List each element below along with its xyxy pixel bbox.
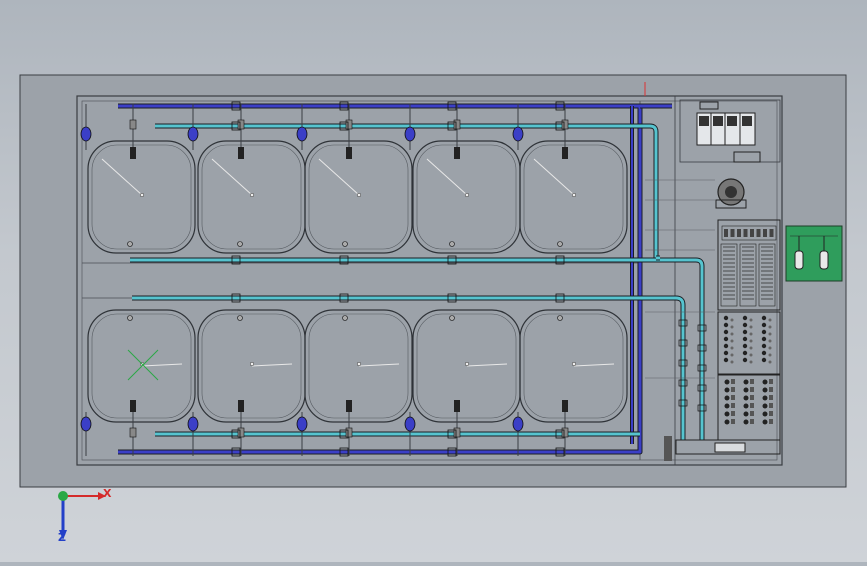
valve-lower-2 xyxy=(187,416,199,432)
valve-upper-2 xyxy=(187,126,199,142)
valve-lower-8 xyxy=(512,416,524,432)
cad-viewport[interactable]: X Z xyxy=(0,0,867,562)
x-axis-label: X xyxy=(103,487,112,500)
z-axis-label: Z xyxy=(58,531,66,544)
valve-lower-0 xyxy=(80,416,92,432)
cad-drawing[interactable] xyxy=(0,0,867,562)
valve-lower-4 xyxy=(296,416,308,432)
valve-upper-8 xyxy=(512,126,524,142)
valve-lower-6 xyxy=(404,416,416,432)
valve-upper-0 xyxy=(80,126,92,142)
valve-upper-4 xyxy=(296,126,308,142)
valve-upper-6 xyxy=(404,126,416,142)
dosing-panel xyxy=(785,225,843,282)
